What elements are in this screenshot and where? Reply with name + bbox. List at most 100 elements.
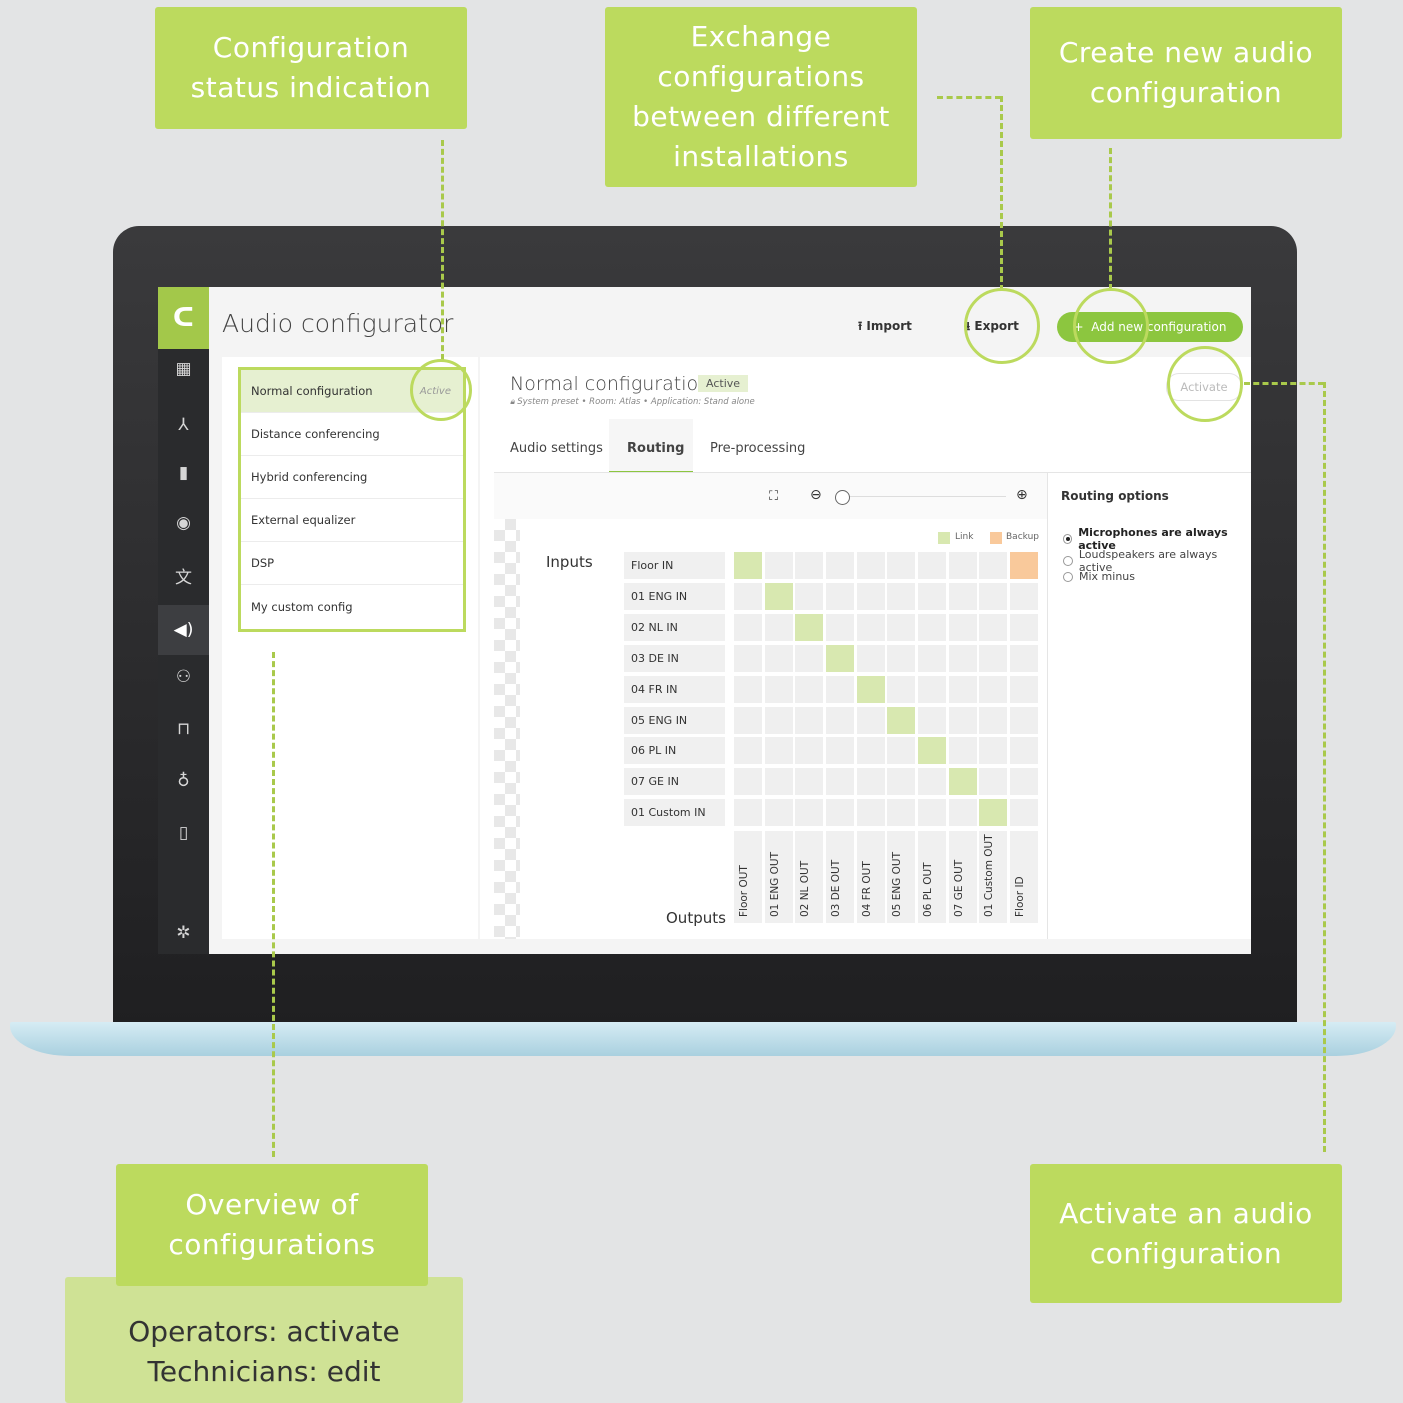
audio-icon[interactable]: ◀) bbox=[158, 605, 209, 655]
routing-cell[interactable] bbox=[856, 552, 885, 579]
routing-cell[interactable] bbox=[764, 552, 793, 579]
routing-cell[interactable] bbox=[948, 613, 977, 641]
zoom-in-icon[interactable]: ⊕ bbox=[1016, 487, 1028, 503]
list-item[interactable]: My custom config bbox=[241, 585, 463, 628]
routing-cell[interactable] bbox=[856, 613, 885, 641]
routing-cell[interactable] bbox=[825, 706, 854, 734]
routing-cell[interactable] bbox=[948, 644, 977, 672]
routing-cell[interactable] bbox=[979, 799, 1008, 827]
document-icon[interactable]: ▯ bbox=[158, 813, 209, 853]
routing-cell[interactable] bbox=[825, 768, 854, 796]
tab-audio-settings[interactable]: Audio settings bbox=[510, 441, 603, 456]
routing-cell[interactable] bbox=[887, 675, 916, 703]
routing-cell[interactable] bbox=[1009, 737, 1038, 765]
routing-cell[interactable] bbox=[734, 613, 762, 641]
tab-routing[interactable]: Routing bbox=[627, 441, 684, 456]
routing-cell[interactable] bbox=[979, 552, 1008, 579]
routing-cell[interactable] bbox=[825, 799, 854, 827]
network-icon[interactable]: ⅄ bbox=[158, 405, 209, 445]
routing-cell[interactable] bbox=[1009, 552, 1038, 579]
routing-cell[interactable] bbox=[1009, 582, 1038, 610]
routing-cell[interactable] bbox=[764, 675, 793, 703]
routing-cell[interactable] bbox=[856, 582, 885, 610]
routing-cell[interactable] bbox=[948, 799, 977, 827]
routing-cell[interactable] bbox=[795, 582, 824, 610]
routing-cell[interactable] bbox=[764, 644, 793, 672]
list-item[interactable]: External equalizer bbox=[241, 499, 463, 542]
routing-cell[interactable] bbox=[856, 706, 885, 734]
routing-cell[interactable] bbox=[825, 613, 854, 641]
routing-cell[interactable] bbox=[764, 737, 793, 765]
routing-cell[interactable] bbox=[856, 675, 885, 703]
routing-cell[interactable] bbox=[948, 552, 977, 579]
routing-cell[interactable] bbox=[764, 706, 793, 734]
routing-cell[interactable] bbox=[734, 644, 762, 672]
settings-icon[interactable]: ✲ bbox=[158, 913, 209, 953]
routing-cell[interactable] bbox=[917, 799, 946, 827]
routing-cell[interactable] bbox=[825, 737, 854, 765]
routing-cell[interactable] bbox=[979, 613, 1008, 641]
routing-cell[interactable] bbox=[887, 768, 916, 796]
routing-cell[interactable] bbox=[917, 768, 946, 796]
routing-cell[interactable] bbox=[795, 675, 824, 703]
speaker-person-icon[interactable]: ◉ bbox=[158, 503, 209, 543]
zoom-out-icon[interactable]: ⊖ bbox=[810, 487, 822, 503]
routing-cell[interactable] bbox=[979, 582, 1008, 610]
participants-icon[interactable]: ⚇ bbox=[158, 657, 209, 697]
routing-cell[interactable] bbox=[795, 799, 824, 827]
routing-cell[interactable] bbox=[917, 582, 946, 610]
routing-cell[interactable] bbox=[1009, 675, 1038, 703]
routing-cell[interactable] bbox=[795, 768, 824, 796]
routing-cell[interactable] bbox=[979, 768, 1008, 796]
routing-cell[interactable] bbox=[1009, 706, 1038, 734]
routing-cell[interactable] bbox=[795, 706, 824, 734]
list-item[interactable]: Distance conferencing bbox=[241, 413, 463, 456]
routing-cell[interactable] bbox=[825, 552, 854, 579]
routing-cell[interactable] bbox=[979, 737, 1008, 765]
routing-cell[interactable] bbox=[856, 644, 885, 672]
logo-icon[interactable]: ᑕ bbox=[158, 287, 209, 349]
routing-cell[interactable] bbox=[1009, 644, 1038, 672]
routing-cell[interactable] bbox=[917, 552, 946, 579]
routing-cell[interactable] bbox=[917, 644, 946, 672]
translate-icon[interactable]: 文 bbox=[158, 555, 209, 595]
radio-mix-minus[interactable]: Mix minus bbox=[1063, 570, 1135, 583]
routing-cell[interactable] bbox=[948, 768, 977, 796]
seat-icon[interactable]: ⊓ bbox=[158, 709, 209, 749]
routing-cell[interactable] bbox=[734, 799, 762, 827]
routing-cell[interactable] bbox=[795, 552, 824, 579]
dashboard-icon[interactable]: ▦ bbox=[158, 349, 209, 389]
routing-cell[interactable] bbox=[856, 799, 885, 827]
routing-cell[interactable] bbox=[887, 799, 916, 827]
routing-cell[interactable] bbox=[948, 737, 977, 765]
routing-cell[interactable] bbox=[948, 675, 977, 703]
routing-cell[interactable] bbox=[734, 552, 762, 579]
routing-cell[interactable] bbox=[734, 737, 762, 765]
routing-cell[interactable] bbox=[764, 582, 793, 610]
routing-cell[interactable] bbox=[917, 737, 946, 765]
routing-cell[interactable] bbox=[795, 613, 824, 641]
fullscreen-icon[interactable]: ⛶ bbox=[769, 489, 778, 504]
routing-cell[interactable] bbox=[948, 706, 977, 734]
routing-cell[interactable] bbox=[795, 644, 824, 672]
list-item[interactable]: Hybrid conferencing bbox=[241, 456, 463, 499]
zoom-slider[interactable] bbox=[842, 496, 1006, 497]
tab-pre-processing[interactable]: Pre-processing bbox=[710, 441, 805, 456]
zoom-slider-handle[interactable] bbox=[835, 490, 850, 505]
routing-cell[interactable] bbox=[734, 675, 762, 703]
routing-cell[interactable] bbox=[887, 582, 916, 610]
battery-icon[interactable]: ▮ bbox=[158, 453, 209, 493]
routing-cell[interactable] bbox=[887, 737, 916, 765]
routing-cell[interactable] bbox=[795, 737, 824, 765]
routing-cell[interactable] bbox=[887, 613, 916, 641]
routing-cell[interactable] bbox=[979, 675, 1008, 703]
routing-cell[interactable] bbox=[734, 768, 762, 796]
routing-cell[interactable] bbox=[1009, 613, 1038, 641]
routing-cell[interactable] bbox=[825, 644, 854, 672]
routing-cell[interactable] bbox=[887, 644, 916, 672]
routing-cell[interactable] bbox=[764, 613, 793, 641]
routing-cell[interactable] bbox=[825, 582, 854, 610]
routing-cell[interactable] bbox=[979, 644, 1008, 672]
routing-cell[interactable] bbox=[979, 706, 1008, 734]
routing-cell[interactable] bbox=[734, 582, 762, 610]
